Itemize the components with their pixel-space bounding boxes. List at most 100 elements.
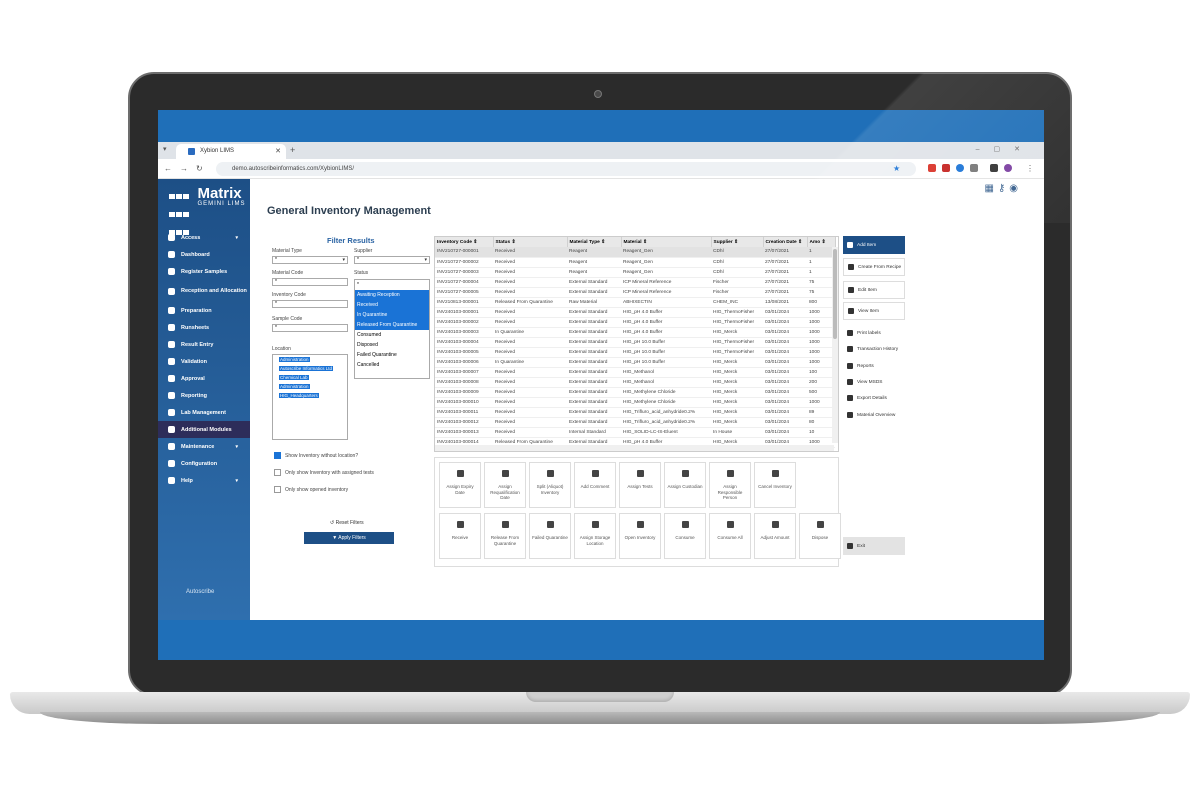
tile-split-button[interactable]: Split (Aliquot) Inventory [529,462,571,508]
table-row[interactable]: INV240103-000009 Received External Standar… [435,387,835,398]
table-row[interactable]: INV210727-000001 Received Reagent Reagent_G… [435,247,835,258]
tile-comment-button[interactable]: Add Comment [574,462,616,508]
check-without-location[interactable]: Show Inventory without location? [274,452,358,459]
sidebar-item-preparation[interactable]: Preparation [158,302,250,319]
status-option[interactable]: Consumed [355,330,429,340]
column-header[interactable]: Supplier ⇕ [711,237,764,247]
tab-search-icon[interactable]: ▾ [163,145,167,153]
edit-item-button[interactable]: Edit Item [843,281,905,299]
table-row[interactable]: INV240103-000008 Received External Standar… [435,377,835,388]
tile-expiry-button[interactable]: Assign Expiry Date [439,462,481,508]
transaction-history-button[interactable]: Transaction History [843,340,905,358]
extension-icon[interactable] [956,164,964,172]
bookmark-star-icon[interactable]: ★ [893,164,900,173]
column-header[interactable]: Inventory Code ⇕ [435,237,494,247]
tile-tests-button[interactable]: Assign Tests [619,462,661,508]
status-option[interactable]: Awaiting Reception [355,290,429,300]
material-type-select[interactable]: * [272,256,348,264]
profile-avatar[interactable] [1004,164,1012,172]
forward-icon[interactable]: → [180,164,188,173]
table-row[interactable]: INV240103-000005 Received External Standar… [435,347,835,358]
browser-tab[interactable]: Xybion LIMS ✕ [176,144,286,159]
address-bar[interactable]: demo.autoscribeinformatics.com/XybionLIM… [216,162,916,176]
tile-requal-button[interactable]: Assign Requalification Date [484,462,526,508]
reload-icon[interactable]: ↻ [196,164,203,173]
sidebar-item-help[interactable]: Help ▾ [158,472,250,489]
table-row[interactable]: INV210727-000002 Received Reagent Reagent_G… [435,257,835,268]
sidebar-item-runsheets[interactable]: Runsheets [158,319,250,336]
sidebar-item-lab-management[interactable]: Lab Management [158,404,250,421]
extension-icon[interactable] [990,164,998,172]
view-item-button[interactable]: View Item [843,302,905,320]
location-tree[interactable]: Administration Autoscribe Informatics Lt… [272,354,348,440]
sample-code-input[interactable]: * [272,324,348,332]
sidebar-item-approval[interactable]: Approval [158,370,250,387]
export-details-button[interactable]: Export Details [843,389,905,407]
sidebar-item-configuration[interactable]: Configuration [158,455,250,472]
tree-node[interactable]: Administration [273,355,347,364]
extension-icon[interactable] [928,164,936,172]
table-row[interactable]: INV240103-000006 In Quarantine External St… [435,357,835,368]
tree-node[interactable]: HIG_Headquarters [273,391,347,400]
check-assigned-tests[interactable]: Only show Inventory with assigned tests [274,469,374,476]
supplier-select[interactable]: * [354,256,430,264]
key-icon[interactable]: ⚷ [998,183,1009,194]
table-row[interactable]: INV240103-000001 Received External Standar… [435,307,835,318]
tree-node[interactable]: Chemical Lab [273,373,347,382]
column-header[interactable]: Material Type ⇕ [567,237,622,247]
create-from-recipe-button[interactable]: Create From Recipe [843,258,905,276]
vertical-scrollbar[interactable] [832,247,838,443]
sidebar-item-reception[interactable]: Reception and Allocation [158,280,250,302]
tile-consume-button[interactable]: Consume [664,513,706,559]
add-item-button[interactable]: Add Item [843,236,905,254]
new-tab-button[interactable]: + [290,145,295,155]
checkbox[interactable] [274,469,281,476]
column-header[interactable]: Amo ⇕ [807,237,836,247]
tile-cancel-button[interactable]: Cancel Inventory [754,462,796,508]
sidebar-item-maintenance[interactable]: Maintenance ▾ [158,438,250,455]
exit-button[interactable]: Exit [843,537,905,555]
tile-adjust-button[interactable]: Adjust Amount [754,513,796,559]
table-row[interactable]: INV210727-000004 Received External Standar… [435,277,835,288]
layout-icon[interactable]: ▦ [984,183,997,194]
sidebar-item-access[interactable]: Access ▾ [158,229,250,246]
user-circle-icon[interactable]: ◉ [1009,183,1022,194]
status-option[interactable]: Cancelled [355,360,429,370]
status-option[interactable]: Failed Quarantine [355,350,429,360]
table-row[interactable]: INV240103-000007 Received External Standar… [435,367,835,378]
extension-icon[interactable] [942,164,950,172]
inventory-code-input[interactable]: * [272,300,348,308]
tile-responsible-button[interactable]: Assign Responsible Person [709,462,751,508]
extensions-puzzle-icon[interactable] [970,164,978,172]
column-header[interactable]: Creation Date ⇕ [763,237,808,247]
apply-filters-button[interactable]: ▼ Apply Filters [304,532,394,544]
tile-open-button[interactable]: Open Inventory [619,513,661,559]
check-opened[interactable]: Only show opened inventory [274,486,348,493]
status-option[interactable]: In Quarantine [355,310,429,320]
browser-menu-icon[interactable]: ⋮ [1026,164,1034,173]
sidebar-item-additional-modules[interactable]: Additional Modules [158,421,250,438]
tile-consume-all-button[interactable]: Consume All [709,513,751,559]
window-controls[interactable]: –▢✕ [976,145,1034,153]
status-option[interactable]: Disposed [355,340,429,350]
tile-custodian-button[interactable]: Assign Custodian [664,462,706,508]
column-header[interactable]: Status ⇕ [493,237,568,247]
tile-release-button[interactable]: Release From Quarantine [484,513,526,559]
status-option[interactable]: Received [355,300,429,310]
horizontal-scrollbar[interactable] [435,445,834,451]
tree-node[interactable]: Autoscribe Informatics Ltd [273,364,347,373]
table-row[interactable]: INV240103-000010 Received External Standar… [435,397,835,408]
close-tab-icon[interactable]: ✕ [275,147,281,155]
table-row[interactable]: INV240103-000012 Received External Standar… [435,417,835,428]
sidebar-item-validation[interactable]: Validation [158,353,250,370]
checkbox[interactable] [274,452,281,459]
column-header[interactable]: Material ⇕ [621,237,712,247]
status-listbox[interactable]: * Awaiting Reception Received In Quarant… [354,279,430,379]
back-icon[interactable]: ← [164,164,172,173]
table-row[interactable]: INV240103-000004 Received External Standar… [435,337,835,348]
material-overview-button[interactable]: Material Overview [843,406,905,424]
table-row[interactable]: INV240103-000003 In Quarantine External St… [435,327,835,338]
table-row[interactable]: INV210727-000003 Received Reagent Reagent_G… [435,267,835,278]
table-row[interactable]: INV210813-000001 Released From Quarantine… [435,297,835,308]
tile-receive-button[interactable]: Receive [439,513,481,559]
